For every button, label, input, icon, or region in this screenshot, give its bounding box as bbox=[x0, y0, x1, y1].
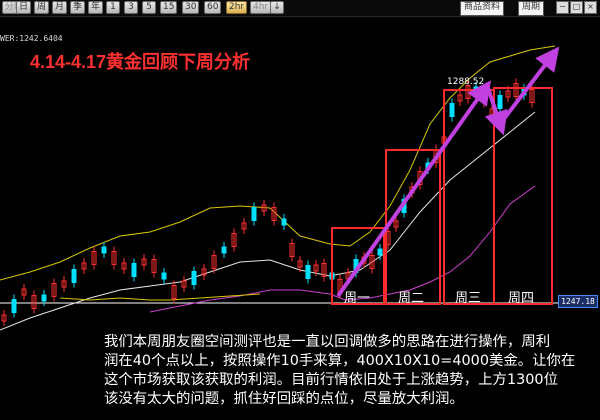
commentary-line: 这个市场获取该获取的利润。目前行情依旧处于上涨趋势，上方1300位 bbox=[104, 372, 558, 388]
candle-body bbox=[305, 265, 311, 279]
week-box-3 bbox=[443, 89, 495, 305]
current-price-tag: 1247.18 bbox=[558, 295, 598, 308]
commentary-line: 润在40个点以上，按照操作10手来算，400X10X10=4000美金。让你在 bbox=[104, 353, 576, 369]
candle-body bbox=[11, 299, 17, 313]
commentary-line: 我们本周朋友圈空间测评也是一直以回调做多的思路在进行操作，周利 bbox=[104, 334, 551, 350]
candle-body bbox=[41, 294, 47, 302]
analysis-commentary: 我们本周朋友圈空间测评也是一直以回调做多的思路在进行操作，周利 润在40个点以上… bbox=[104, 333, 598, 409]
candle-body bbox=[161, 272, 167, 280]
candle-body bbox=[191, 271, 197, 285]
candle-body bbox=[251, 207, 257, 221]
chart-title: 4.14-4.17黄金回顾下周分析 bbox=[30, 52, 251, 72]
week-box-label: 周一 bbox=[344, 291, 370, 306]
candle-body bbox=[377, 248, 383, 256]
candle-body bbox=[449, 103, 455, 117]
session-high-label: 1288.52 bbox=[447, 77, 484, 87]
week-box-label: 周三 bbox=[455, 291, 481, 306]
trading-chart-window: 分时日周月季年 1 3 5 15 30 60 2hr 4hr ↓ 商品资料 周期 − □ × 周一 周二 周三周… bbox=[0, 0, 600, 420]
candle-body bbox=[71, 269, 77, 283]
indicator-value-label: WER:1242.6404 bbox=[0, 34, 63, 43]
week-box-label: 周四 bbox=[508, 291, 534, 306]
candle-body bbox=[101, 246, 107, 254]
candle-body bbox=[497, 95, 503, 109]
candle-body bbox=[221, 246, 227, 254]
week-box-label: 周二 bbox=[398, 291, 424, 306]
commentary-line: 该没有太大的问题，抓住好回踩的点位，尽量放大利润。 bbox=[104, 391, 464, 407]
candle-body bbox=[131, 263, 137, 277]
candle-body bbox=[281, 218, 287, 226]
trend-arrow-up bbox=[336, 80, 491, 298]
